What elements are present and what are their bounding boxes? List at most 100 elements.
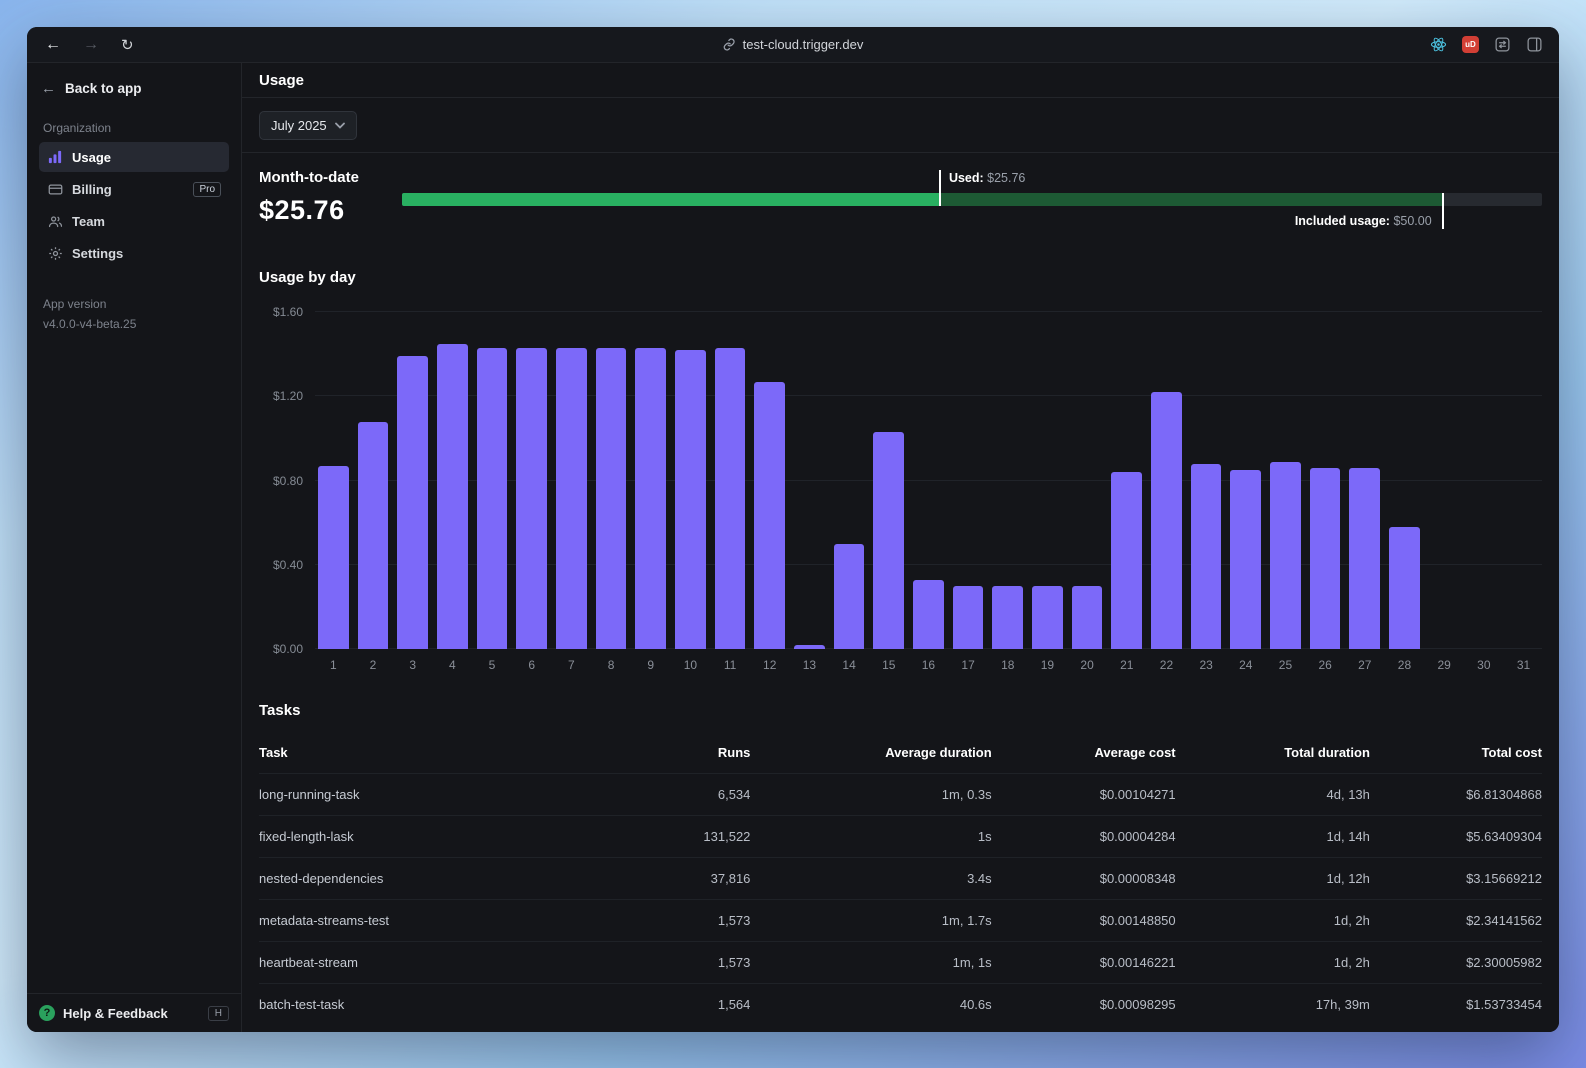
- y-tick-label: $1.20: [272, 389, 303, 404]
- bar-slot: [1270, 312, 1301, 649]
- usage-progress-used-fill: [402, 193, 939, 206]
- usage-bar-day-24[interactable]: [1230, 469, 1262, 649]
- bar-slot: [833, 312, 865, 649]
- usage-bar-day-25[interactable]: [1270, 461, 1301, 649]
- sidebar-toggle-icon[interactable]: [1526, 36, 1543, 53]
- task-value-cell: 1m, 1.7s: [750, 899, 992, 942]
- usage-bar-day-19[interactable]: [1032, 585, 1063, 649]
- usage-bar-day-23[interactable]: [1190, 463, 1222, 649]
- x-tick-label: 25: [1278, 658, 1293, 672]
- tasks-column-header: Total cost: [1481, 745, 1542, 760]
- task-value-cell: $0.00146221: [991, 941, 1176, 984]
- task-name-cell: batch-test-task: [259, 983, 644, 1025]
- task-value-cell: 6,534: [643, 773, 751, 816]
- table-row[interactable]: nested-dependencies 37,816 3.4s $0.00008348…: [259, 857, 1542, 900]
- back-arrow-icon: ←: [41, 80, 56, 97]
- bar-slot: [635, 312, 667, 649]
- x-tick-label: 21: [1120, 658, 1134, 672]
- usage-bar-day-7[interactable]: [556, 347, 587, 649]
- usage-bar-day-8[interactable]: [595, 347, 627, 649]
- usage-bar-day-15[interactable]: [873, 432, 905, 649]
- bar-slot: [1151, 312, 1182, 649]
- x-tick-label: 22: [1159, 658, 1174, 672]
- x-tick-label: 31: [1516, 658, 1531, 672]
- x-tick-label: 5: [488, 658, 496, 672]
- usage-bar-day-18[interactable]: [992, 585, 1024, 649]
- x-tick-label: 6: [528, 658, 536, 672]
- ublock-icon[interactable]: uD: [1462, 36, 1479, 53]
- bar-slot: [595, 312, 627, 649]
- y-tick-label: $0.00: [272, 642, 303, 656]
- usage-bar-day-14[interactable]: [833, 543, 865, 649]
- x-tick-label: 9: [647, 658, 655, 672]
- table-row[interactable]: metadata-streams-test 1,573 1m, 1.7s $0.001…: [259, 899, 1542, 942]
- usage-bar-day-16[interactable]: [913, 579, 944, 649]
- task-value-cell: 1m, 0.3s: [750, 773, 992, 816]
- usage-bar-day-10[interactable]: [675, 349, 706, 649]
- tasks-header-row: Task Runs Average duration Average cost Tota…: [259, 735, 1542, 774]
- sidebar-item-billing[interactable]: Billing Pro: [39, 174, 229, 204]
- tasks-body: long-running-task 6,534 1m, 0.3s $0.0010427…: [259, 773, 1542, 1025]
- usage-bar-day-3[interactable]: [397, 356, 429, 649]
- task-value-cell: $6.81304868: [1369, 773, 1542, 816]
- usage-bar-day-20[interactable]: [1071, 585, 1103, 649]
- x-tick-label: 13: [802, 658, 817, 672]
- usage-bar-day-9[interactable]: [635, 347, 667, 649]
- bar-slot: [873, 312, 905, 649]
- usage-bar-day-22[interactable]: [1151, 392, 1182, 649]
- usage-bar-day-13[interactable]: [794, 644, 825, 649]
- usage-bar-day-1[interactable]: [318, 465, 349, 649]
- forward-icon[interactable]: →: [83, 36, 99, 54]
- x-tick-label: 30: [1477, 658, 1491, 672]
- sidebar: ← Back to app Organization Usage Billing…: [27, 63, 242, 1032]
- x-tick-label: 23: [1199, 658, 1213, 672]
- sidebar-item-settings[interactable]: Settings: [39, 238, 229, 268]
- table-row[interactable]: batch-test-task 1,564 40.6s $0.00098295 17h,…: [259, 983, 1542, 1025]
- back-to-app-link[interactable]: ← Back to app: [39, 76, 229, 101]
- used-label-group: Used: $25.76: [949, 171, 1025, 185]
- address-bar[interactable]: test-cloud.trigger.dev: [723, 37, 863, 52]
- bar-slot: [397, 312, 429, 649]
- sidebar-item-team[interactable]: Team: [39, 206, 229, 236]
- task-value-cell: 131,522: [643, 815, 751, 858]
- usage-bar-day-27[interactable]: [1349, 467, 1381, 649]
- table-row[interactable]: long-running-task 6,534 1m, 0.3s $0.0010427…: [259, 773, 1542, 816]
- table-row[interactable]: fixed-length-lask 131,522 1s $0.00004284 1d,…: [259, 815, 1542, 858]
- sidebar-item-usage[interactable]: Usage: [39, 142, 229, 172]
- x-tick-label: 28: [1397, 658, 1412, 672]
- bar-slot: [437, 312, 468, 649]
- usage-bar-day-4[interactable]: [437, 343, 468, 649]
- month-selector-dropdown[interactable]: July 2025: [259, 111, 357, 140]
- usage-bar-day-6[interactable]: [516, 347, 548, 649]
- x-tick-label: 11: [723, 658, 737, 672]
- bar-slot: [714, 312, 746, 649]
- task-value-cell: $0.00008348: [991, 857, 1176, 900]
- pro-badge: Pro: [193, 181, 221, 197]
- usage-bar-day-5[interactable]: [476, 347, 508, 649]
- extension-panel-icon[interactable]: [1494, 36, 1511, 53]
- usage-bar-day-12[interactable]: [754, 381, 786, 649]
- bar-slot: [516, 312, 548, 649]
- usage-bar-day-26[interactable]: [1309, 467, 1341, 649]
- usage-bar-day-11[interactable]: [714, 347, 746, 649]
- bar-slot: [1429, 312, 1460, 649]
- usage-bar-day-2[interactable]: [357, 421, 389, 649]
- back-icon[interactable]: ←: [45, 36, 61, 54]
- task-value-cell: 3.4s: [750, 857, 992, 900]
- bar-chart-icon: [47, 149, 63, 165]
- table-row[interactable]: heartbeat-stream 1,573 1m, 1s $0.00146221 1d…: [259, 941, 1542, 984]
- x-tick-label: 17: [961, 658, 975, 672]
- usage-bar-day-28[interactable]: [1389, 526, 1420, 649]
- task-value-cell: 37,816: [643, 857, 751, 900]
- main-content: July 2025 Month-to-date $25.76 Used: $25…: [242, 98, 1559, 1032]
- bar-slot: [1111, 312, 1143, 649]
- help-feedback-button[interactable]: ? Help & Feedback H: [27, 993, 241, 1032]
- reload-icon[interactable]: ↻: [121, 36, 134, 54]
- react-devtools-icon[interactable]: [1430, 36, 1447, 53]
- task-value-cell: $1.53733454: [1369, 983, 1542, 1025]
- usage-bar-day-21[interactable]: [1111, 472, 1143, 649]
- usage-bar-day-17[interactable]: [952, 585, 984, 649]
- task-value-cell: $0.00148850: [991, 899, 1176, 942]
- tasks-table: Task Runs Average duration Average cost Tota…: [259, 735, 1542, 1025]
- x-tick-label: 14: [842, 658, 856, 672]
